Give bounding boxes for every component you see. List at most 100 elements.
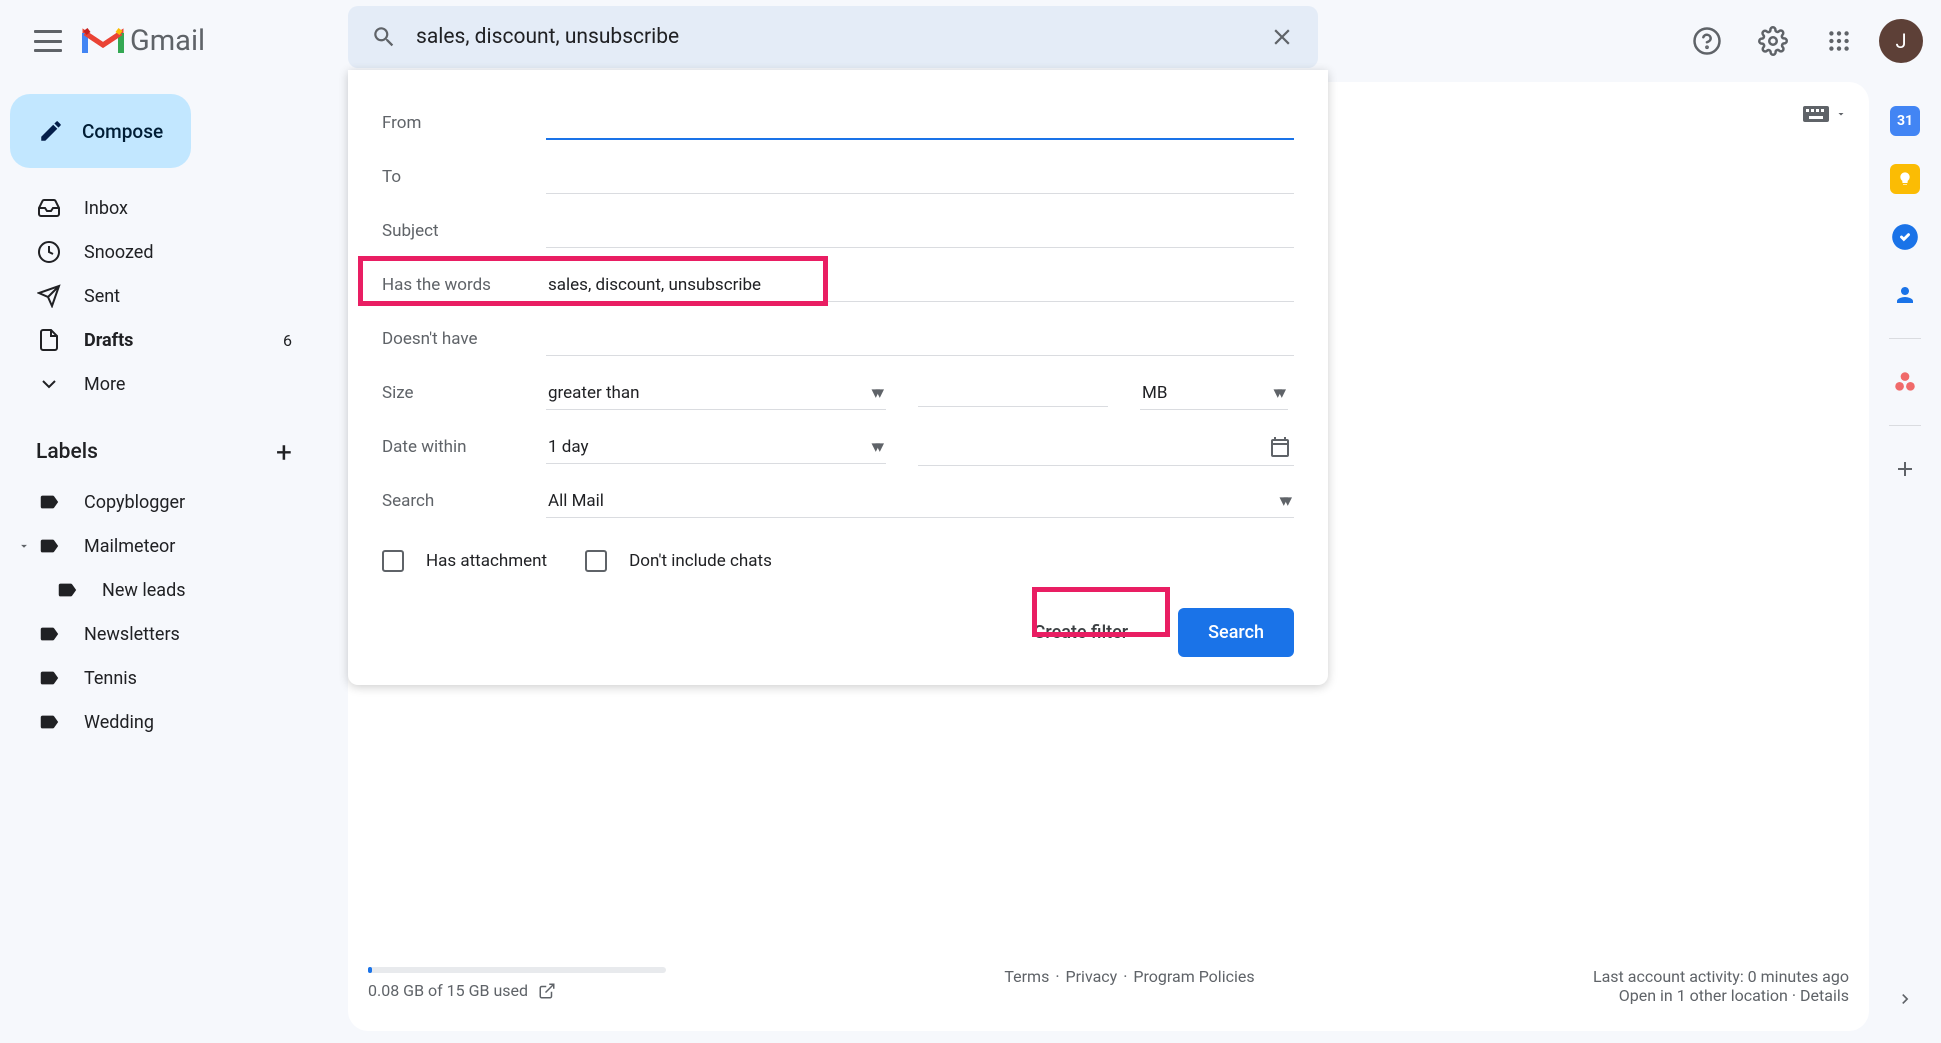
filter-date-within-label: Date within (382, 437, 546, 457)
gmail-logo[interactable]: Gmail (82, 24, 205, 58)
footer-details[interactable]: Details (1800, 986, 1849, 1005)
label-new-leads-text: New leads (102, 580, 186, 601)
clear-search-button[interactable] (1258, 13, 1306, 61)
filter-subject-label: Subject (382, 221, 546, 241)
gmail-m-icon (82, 25, 124, 57)
get-addons-button[interactable] (1890, 454, 1920, 484)
search-filter-panel: From To Subject Has the words Doesn't ha… (348, 70, 1328, 685)
keep-app-icon[interactable] (1890, 164, 1920, 194)
send-icon (36, 283, 62, 309)
label-tag-icon (36, 621, 62, 647)
storage-text: 0.08 GB of 15 GB used (368, 981, 528, 1000)
label-tag-icon (36, 533, 62, 559)
search-button[interactable]: Search (1178, 608, 1294, 657)
labels-header: Labels + (0, 406, 330, 480)
filter-date-picker[interactable] (918, 429, 1294, 466)
label-newsletters-text: Newsletters (84, 624, 180, 645)
filter-date-within-select[interactable]: 1 day▾ (546, 431, 886, 464)
footer-activity: Last account activity: 0 minutes ago (1593, 967, 1849, 986)
header-actions: J (1681, 15, 1923, 67)
clock-icon (36, 239, 62, 265)
apps-grid-icon (1826, 28, 1852, 54)
footer-open-in: Open in 1 other location (1619, 986, 1788, 1005)
nav-snoozed[interactable]: Snoozed (0, 230, 314, 274)
account-avatar[interactable]: J (1879, 19, 1923, 63)
create-filter-button[interactable]: Create filter (1004, 608, 1159, 657)
filter-to-input[interactable] (546, 161, 1294, 194)
hamburger-icon (34, 30, 62, 52)
gear-icon (1758, 26, 1788, 56)
footer-privacy[interactable]: Privacy (1066, 967, 1118, 1005)
label-copyblogger-text: Copyblogger (84, 492, 185, 513)
contacts-app-icon[interactable] (1890, 280, 1920, 310)
dropdown-arrow-icon: ▾ (875, 437, 884, 457)
apps-button[interactable] (1813, 15, 1865, 67)
checkbox-icon (382, 550, 404, 572)
side-separator (1889, 338, 1921, 339)
footer-policies[interactable]: Program Policies (1133, 967, 1254, 1005)
footer: 0.08 GB of 15 GB used Terms · Privacy · … (368, 967, 1849, 1005)
search-input[interactable] (408, 25, 1258, 49)
external-link-icon[interactable] (538, 982, 556, 1000)
nav-inbox-label: Inbox (84, 198, 292, 219)
filter-dont-include-chats-checkbox[interactable]: Don't include chats (585, 550, 772, 572)
filter-size-value-input[interactable] (918, 379, 1108, 407)
help-icon (1692, 26, 1722, 56)
filter-dont-include-chats-label: Don't include chats (629, 551, 772, 571)
calendar-app-icon[interactable]: 31 (1890, 106, 1920, 136)
filter-size-op-select[interactable]: greater than▾ (546, 377, 886, 410)
nav-sent[interactable]: Sent (0, 274, 314, 318)
nav-inbox[interactable]: Inbox (0, 186, 314, 230)
add-label-button[interactable]: + (266, 434, 302, 470)
calendar-icon (1268, 435, 1292, 459)
dropdown-arrow-icon: ▾ (1283, 491, 1292, 511)
input-tools-button[interactable] (1801, 104, 1847, 124)
side-panel-toggle[interactable] (1891, 985, 1919, 1013)
filter-search-select[interactable]: All Mail▾ (546, 485, 1294, 518)
caret-icon[interactable] (14, 539, 34, 553)
search-bar (348, 6, 1318, 68)
dropdown-arrow-icon: ▾ (875, 383, 884, 403)
filter-subject-input[interactable] (546, 215, 1294, 248)
label-tag-icon (36, 489, 62, 515)
nav-sent-label: Sent (84, 286, 292, 307)
search-icon[interactable] (360, 13, 408, 61)
tasks-app-icon[interactable] (1890, 222, 1920, 252)
sidebar: Compose Inbox Snoozed Sent Drafts 6 More… (0, 90, 330, 748)
dropdown-arrow-icon: ▾ (1277, 383, 1286, 403)
compose-button[interactable]: Compose (10, 94, 191, 168)
side-panel: 31 (1869, 82, 1941, 484)
label-tag-icon (36, 665, 62, 691)
filter-from-input[interactable] (546, 106, 1294, 140)
filter-from-label: From (382, 113, 546, 133)
main-menu-button[interactable] (20, 13, 76, 69)
close-icon (1269, 24, 1295, 50)
label-wedding[interactable]: Wedding (0, 700, 330, 744)
filter-search-label: Search (382, 491, 546, 511)
chevron-down-icon (36, 371, 62, 397)
label-mailmeteor[interactable]: Mailmeteor (0, 524, 330, 568)
settings-button[interactable] (1747, 15, 1799, 67)
support-button[interactable] (1681, 15, 1733, 67)
label-tag-icon (54, 577, 80, 603)
label-newsletters[interactable]: Newsletters (0, 612, 330, 656)
checkbox-icon (585, 550, 607, 572)
file-icon (36, 327, 62, 353)
label-new-leads[interactable]: New leads (0, 568, 330, 612)
label-copyblogger[interactable]: Copyblogger (0, 480, 330, 524)
nav-drafts[interactable]: Drafts 6 (0, 318, 314, 362)
label-tag-icon (36, 709, 62, 735)
side-separator (1889, 425, 1921, 426)
filter-doesnt-have-input[interactable] (546, 323, 1294, 356)
label-wedding-text: Wedding (84, 712, 154, 733)
filter-has-attachment-label: Has attachment (426, 551, 547, 571)
nav-more[interactable]: More (0, 362, 314, 406)
filter-has-attachment-checkbox[interactable]: Has attachment (382, 550, 547, 572)
footer-terms[interactable]: Terms (1004, 967, 1049, 1005)
keyboard-icon (1801, 104, 1831, 124)
label-tennis[interactable]: Tennis (0, 656, 330, 700)
filter-size-unit-select[interactable]: MB▾ (1140, 377, 1288, 410)
filter-has-words-input[interactable] (546, 269, 1294, 302)
asana-app-icon[interactable] (1890, 367, 1920, 397)
gmail-text: Gmail (130, 24, 205, 58)
